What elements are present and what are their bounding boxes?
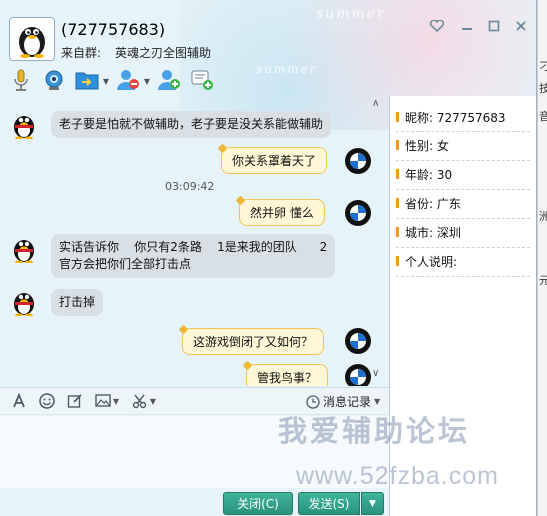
camera-icon[interactable] [41, 67, 67, 93]
divider [396, 160, 530, 161]
bmw-avatar-icon[interactable] [344, 147, 372, 175]
divider [396, 218, 530, 219]
message-line: 官方会把你们全部打击点 [59, 257, 192, 271]
from-group: 来自群: 英魂之刃全图辅助 [61, 44, 225, 61]
penguin-avatar-icon[interactable] [10, 288, 38, 316]
penguin-avatar-icon[interactable] [10, 235, 38, 263]
divider [396, 276, 530, 277]
chevron-down-icon: ▼ [374, 397, 381, 406]
info-value: 个人说明: [405, 254, 458, 269]
message-bubble-left[interactable]: 打击掉 [51, 289, 104, 316]
info-gender: 性别: 女 [396, 134, 449, 156]
info-value: 城市: 深圳 [405, 225, 461, 240]
decor-text: summer [256, 62, 318, 76]
chat-toolbar: ▼ ▼ [8, 66, 215, 94]
contact-name: (727757683) [61, 20, 166, 39]
from-group-label: 来自群: [61, 46, 102, 60]
chevron-down-icon[interactable]: ▼ [113, 397, 119, 406]
penguin-avatar-icon[interactable] [10, 111, 38, 139]
bmw-avatar-icon[interactable] [344, 199, 372, 227]
bullet-marker [396, 140, 399, 150]
emoji-icon[interactable] [38, 392, 56, 410]
info-value: 年龄: 30 [405, 167, 453, 182]
watermark-url: www.52fzba.com [296, 462, 499, 490]
chat-window: summer summer kic (727757683) 来自群: 英魂之刃全图… [0, 0, 537, 516]
bmw-avatar-icon[interactable] [344, 327, 372, 355]
clock-icon [306, 394, 320, 409]
remove-contact-icon[interactable]: ▼ [115, 67, 150, 93]
scissors-icon[interactable]: ▼ [130, 392, 158, 410]
info-city: 城市: 深圳 [396, 221, 461, 243]
divider [396, 247, 530, 248]
scroll-up-icon[interactable]: ∧ [372, 98, 379, 109]
add-contact-icon[interactable] [156, 67, 182, 93]
chevron-down-icon[interactable]: ▼ [150, 397, 156, 406]
info-intro: 个人说明: [396, 250, 457, 272]
message-bubble-left[interactable]: 老子要是怕就不做辅助，老子要是没关系能做辅助 [51, 111, 332, 138]
message-bubble-left[interactable]: 实话告诉你 你只有2条路 1是来我的团队 2 官方会把你们全部打击点 [51, 234, 336, 278]
bullet-marker [396, 112, 399, 122]
message-add-icon[interactable] [189, 67, 215, 93]
message-list[interactable]: 老子要是怕就不做辅助，老子要是没关系能做辅助 你关系罩着天了 03:09:42 … [0, 96, 388, 386]
info-value: 性别: 女 [405, 138, 449, 153]
bullet-marker [396, 256, 399, 266]
info-value: 省份: 广东 [405, 196, 461, 211]
edit-icon[interactable] [66, 392, 84, 410]
chevron-down-icon[interactable]: ▼ [144, 77, 150, 86]
contact-info-panel: 昵称: 727757683 性别: 女 年龄: 30 省份: 广东 城市: 深圳… [389, 96, 536, 516]
info-age: 年龄: 30 [396, 163, 452, 185]
bullet-marker [396, 169, 399, 179]
info-province: 省份: 广东 [396, 192, 461, 214]
info-nickname: 昵称: 727757683 [396, 106, 506, 128]
message-line: 实话告诉你 你只有2条路 1是来我的团队 2 [59, 240, 328, 254]
send-button[interactable]: 发送(S) [298, 492, 360, 515]
contact-avatar[interactable] [9, 17, 55, 61]
chevron-down-icon[interactable]: ▼ [103, 77, 109, 86]
maximize-icon[interactable] [488, 20, 500, 36]
folder-transfer-icon[interactable]: ▼ [74, 67, 109, 93]
divider [396, 131, 530, 132]
font-icon[interactable] [10, 392, 28, 410]
group-name[interactable]: 英魂之刃全图辅助 [115, 46, 211, 60]
bullet-marker [396, 227, 399, 237]
send-options-chevron-icon[interactable]: ▼ [361, 492, 384, 515]
edge-text: 音 [539, 108, 547, 124]
watermark-title: 我爱辅助论坛 [278, 414, 471, 448]
message-timestamp: 03:09:42 [165, 180, 215, 193]
edge-text: 洲 [539, 208, 547, 224]
close-icon[interactable] [515, 20, 527, 36]
edge-text: 技 [539, 80, 547, 96]
message-bubble-right[interactable]: 这游戏倒闭了又如何？ [182, 328, 325, 355]
edge-text: 元 [539, 272, 547, 288]
message-bubble-right[interactable]: 管我鸟事？ [246, 364, 329, 386]
heart-icon[interactable] [429, 19, 445, 36]
close-button[interactable]: 关闭(C) [223, 492, 293, 515]
message-bubble-right[interactable]: 你关系罩着天了 [221, 147, 328, 174]
message-bubble-right[interactable]: 然并卵 懂么 [239, 199, 325, 226]
image-icon[interactable]: ▼ [94, 392, 120, 410]
edge-text: 刁 [539, 58, 547, 74]
background-window-edge: 刁 技 音 洲 元 [537, 0, 547, 516]
minimize-icon[interactable] [461, 20, 473, 36]
bullet-marker [396, 198, 399, 208]
penguin-icon [19, 27, 45, 58]
decor-text: summer [316, 6, 386, 22]
divider [396, 189, 530, 190]
bmw-avatar-icon[interactable] [344, 363, 372, 386]
info-value: 昵称: 727757683 [405, 110, 506, 125]
microphone-icon[interactable] [8, 67, 34, 93]
scroll-down-icon[interactable]: ∨ [372, 368, 379, 379]
